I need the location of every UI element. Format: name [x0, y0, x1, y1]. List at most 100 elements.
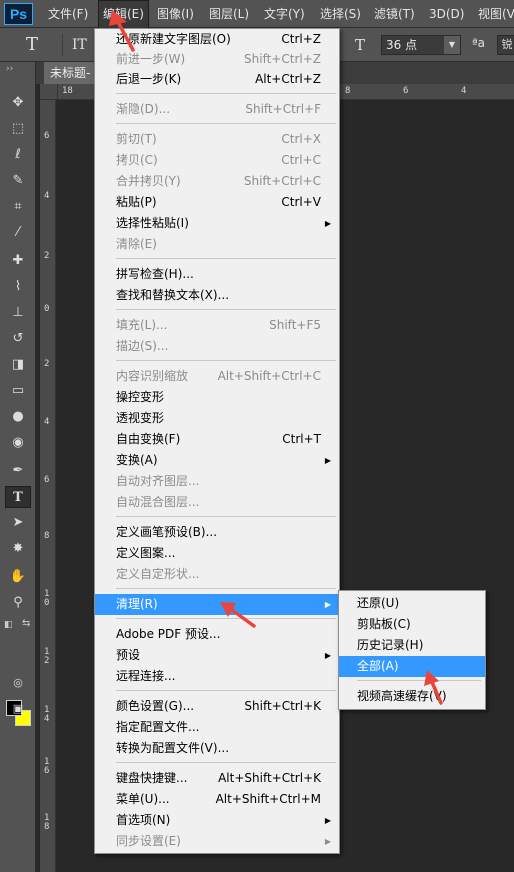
dodge-icon[interactable]: ◉	[5, 432, 31, 454]
submenu-item-all[interactable]: 全部(A)	[339, 656, 485, 677]
ruler-number: 0	[44, 304, 50, 314]
menu-item-menus[interactable]: 菜单(U)... Alt+Shift+Ctrl+M	[95, 789, 339, 810]
menu-item-color-settings[interactable]: 颜色设置(G)... Shift+Ctrl+K	[95, 696, 339, 717]
document-tab[interactable]: 未标题-	[44, 62, 98, 84]
menu-item-auto-blend-layers[interactable]: 自动混合图层...	[95, 492, 339, 513]
menu-item-convert-profile[interactable]: 转换为配置文件(V)...	[95, 738, 339, 759]
menu-item-keyboard-shortcuts[interactable]: 键盘快捷键... Alt+Shift+Ctrl+K	[95, 768, 339, 789]
menu-item-copy-merged[interactable]: 合并拷贝(Y) Shift+Ctrl+C	[95, 171, 339, 192]
screen-mode-icon[interactable]: ▣	[5, 698, 31, 720]
purge-submenu: 还原(U) 剪贴板(C) 历史记录(H) 全部(A) 视频高速缓存(V)	[338, 590, 486, 710]
menu-item-free-transform[interactable]: 自由变换(F) Ctrl+T	[95, 429, 339, 450]
type-icon[interactable]: T	[5, 486, 31, 508]
quick-mask-icon[interactable]: ◎	[5, 672, 31, 694]
menu-item-define-brush[interactable]: 定义画笔预设(B)...	[95, 522, 339, 543]
ruler-number: 6	[44, 131, 50, 141]
menu-item-copy[interactable]: 拷贝(C) Ctrl+C	[95, 150, 339, 171]
healing-brush-icon[interactable]: ✚	[5, 250, 31, 272]
chevron-down-icon[interactable]: ▼	[444, 36, 460, 54]
chevron-right-icon: ▶	[324, 816, 331, 825]
pen-icon[interactable]: ✒	[5, 460, 31, 482]
menu-item-clear[interactable]: 清除(E)	[95, 234, 339, 255]
menu-item-fade[interactable]: 渐隐(D)... Shift+Ctrl+F	[95, 99, 339, 120]
menu-separator	[116, 309, 336, 310]
photoshop-logo: Ps	[4, 3, 33, 25]
custom-shape-icon[interactable]: ✸	[5, 538, 31, 560]
menu-item-spell-check[interactable]: 拼写检查(H)...	[95, 264, 339, 285]
swap-colors-icon[interactable]: ⇆	[22, 618, 30, 629]
ruler-number: 8	[44, 531, 50, 541]
hand-icon[interactable]: ✋	[5, 566, 31, 588]
submenu-item-undo[interactable]: 还原(U)	[339, 593, 485, 614]
menu-item-content-aware-scale[interactable]: 内容识别缩放 Alt+Shift+Ctrl+C	[95, 366, 339, 387]
eyedropper-icon[interactable]: ⁄	[5, 222, 31, 244]
menu-select[interactable]: 选择(S)	[316, 0, 365, 28]
path-select-icon[interactable]: ➤	[5, 512, 31, 534]
ruler-number: 12	[44, 647, 50, 666]
lasso-icon[interactable]: ℓ	[5, 144, 31, 166]
menu-item-step-forward[interactable]: 前进一步(W) Shift+Ctrl+Z	[95, 49, 339, 70]
chevron-right-icon: ▶	[324, 219, 331, 228]
zoom-icon[interactable]: ⚲	[5, 592, 31, 614]
ruler-number: 18	[44, 813, 50, 832]
crop-icon[interactable]: ⌗	[5, 196, 31, 218]
menu-item-stroke[interactable]: 描边(S)...	[95, 336, 339, 357]
default-colors-icon[interactable]: ◧	[4, 620, 13, 630]
ruler-number: 2	[44, 359, 50, 369]
menu-item-paste[interactable]: 粘贴(P) Ctrl+V	[95, 192, 339, 213]
ruler-number: 14	[44, 705, 50, 724]
chevron-right-icon: ▶	[324, 456, 331, 465]
eraser-icon[interactable]: ◨	[5, 354, 31, 376]
text-orientation-icon[interactable]: IT	[72, 37, 87, 53]
menu-separator	[116, 762, 336, 763]
menu-item-find-replace[interactable]: 查找和替换文本(X)...	[95, 285, 339, 306]
menu-item-purge[interactable]: 清理(R) ▶	[95, 594, 339, 615]
collapse-icon[interactable]: ››	[6, 64, 13, 74]
menu-item-define-pattern[interactable]: 定义图案...	[95, 543, 339, 564]
submenu-item-histories[interactable]: 历史记录(H)	[339, 635, 485, 656]
menu-item-fill[interactable]: 填充(L)... Shift+F5	[95, 315, 339, 336]
menu-item-transform[interactable]: 变换(A) ▶	[95, 450, 339, 471]
blur-icon[interactable]: ●	[5, 406, 31, 428]
quick-select-icon[interactable]: ✎	[5, 170, 31, 192]
gradient-icon[interactable]: ▭	[5, 380, 31, 402]
menu-item-paste-special[interactable]: 选择性粘贴(I) ▶	[95, 213, 339, 234]
history-brush-icon[interactable]: ↺	[5, 328, 31, 350]
menu-item-cut[interactable]: 剪切(T) Ctrl+X	[95, 129, 339, 150]
menu-layer[interactable]: 图层(L)	[205, 0, 253, 28]
menu-item-adobe-pdf-presets[interactable]: Adobe PDF 预设...	[95, 624, 339, 645]
menu-item-puppet-warp[interactable]: 操控变形	[95, 387, 339, 408]
menu-item-step-backward[interactable]: 后退一步(K) Alt+Ctrl+Z	[95, 69, 339, 90]
menu-type[interactable]: 文字(Y)	[260, 0, 309, 28]
marquee-icon[interactable]: ⬚	[5, 118, 31, 140]
menu-view[interactable]: 视图(V)	[474, 0, 514, 28]
edit-menu: 还原新建文字图层(O) Ctrl+Z 前进一步(W) Shift+Ctrl+Z 后退…	[94, 28, 340, 854]
submenu-item-video-cache[interactable]: 视频高速缓存(V)	[339, 686, 485, 707]
menu-image[interactable]: 图像(I)	[153, 0, 198, 28]
menu-item-perspective-warp[interactable]: 透视变形	[95, 408, 339, 429]
ruler-number: 6	[44, 475, 50, 485]
menu-item-remote-connections[interactable]: 远程连接...	[95, 666, 339, 687]
menu-filter[interactable]: 滤镜(T)	[370, 0, 419, 28]
move-icon[interactable]: ✥	[5, 92, 31, 114]
menu-item-auto-align-layers[interactable]: 自动对齐图层...	[95, 471, 339, 492]
menu-separator	[116, 360, 336, 361]
antialias-select[interactable]: 锐	[497, 35, 514, 55]
clone-stamp-icon[interactable]: ⊥	[5, 302, 31, 324]
antialias-icon: ªa	[472, 36, 486, 50]
menu-3d[interactable]: 3D(D)	[425, 0, 468, 28]
menu-edit[interactable]: 编辑(E)	[98, 0, 149, 28]
type-tool-preset-icon[interactable]: T	[26, 34, 38, 55]
menu-item-preferences[interactable]: 首选项(N) ▶	[95, 810, 339, 831]
submenu-item-clipboard[interactable]: 剪贴板(C)	[339, 614, 485, 635]
menu-item-define-custom-shape[interactable]: 定义自定形状...	[95, 564, 339, 585]
menu-separator	[116, 690, 336, 691]
menu-file[interactable]: 文件(F)	[44, 0, 92, 28]
menu-item-presets[interactable]: 预设 ▶	[95, 645, 339, 666]
menu-item-undo[interactable]: 还原新建文字图层(O) Ctrl+Z	[95, 29, 339, 50]
menu-separator	[116, 618, 336, 619]
menu-item-sync-settings[interactable]: 同步设置(E) ▶	[95, 831, 339, 852]
menu-item-assign-profile[interactable]: 指定配置文件...	[95, 717, 339, 738]
brush-icon[interactable]: ⌇	[5, 276, 31, 298]
font-size-field[interactable]: 36 点 ▼	[381, 35, 461, 55]
